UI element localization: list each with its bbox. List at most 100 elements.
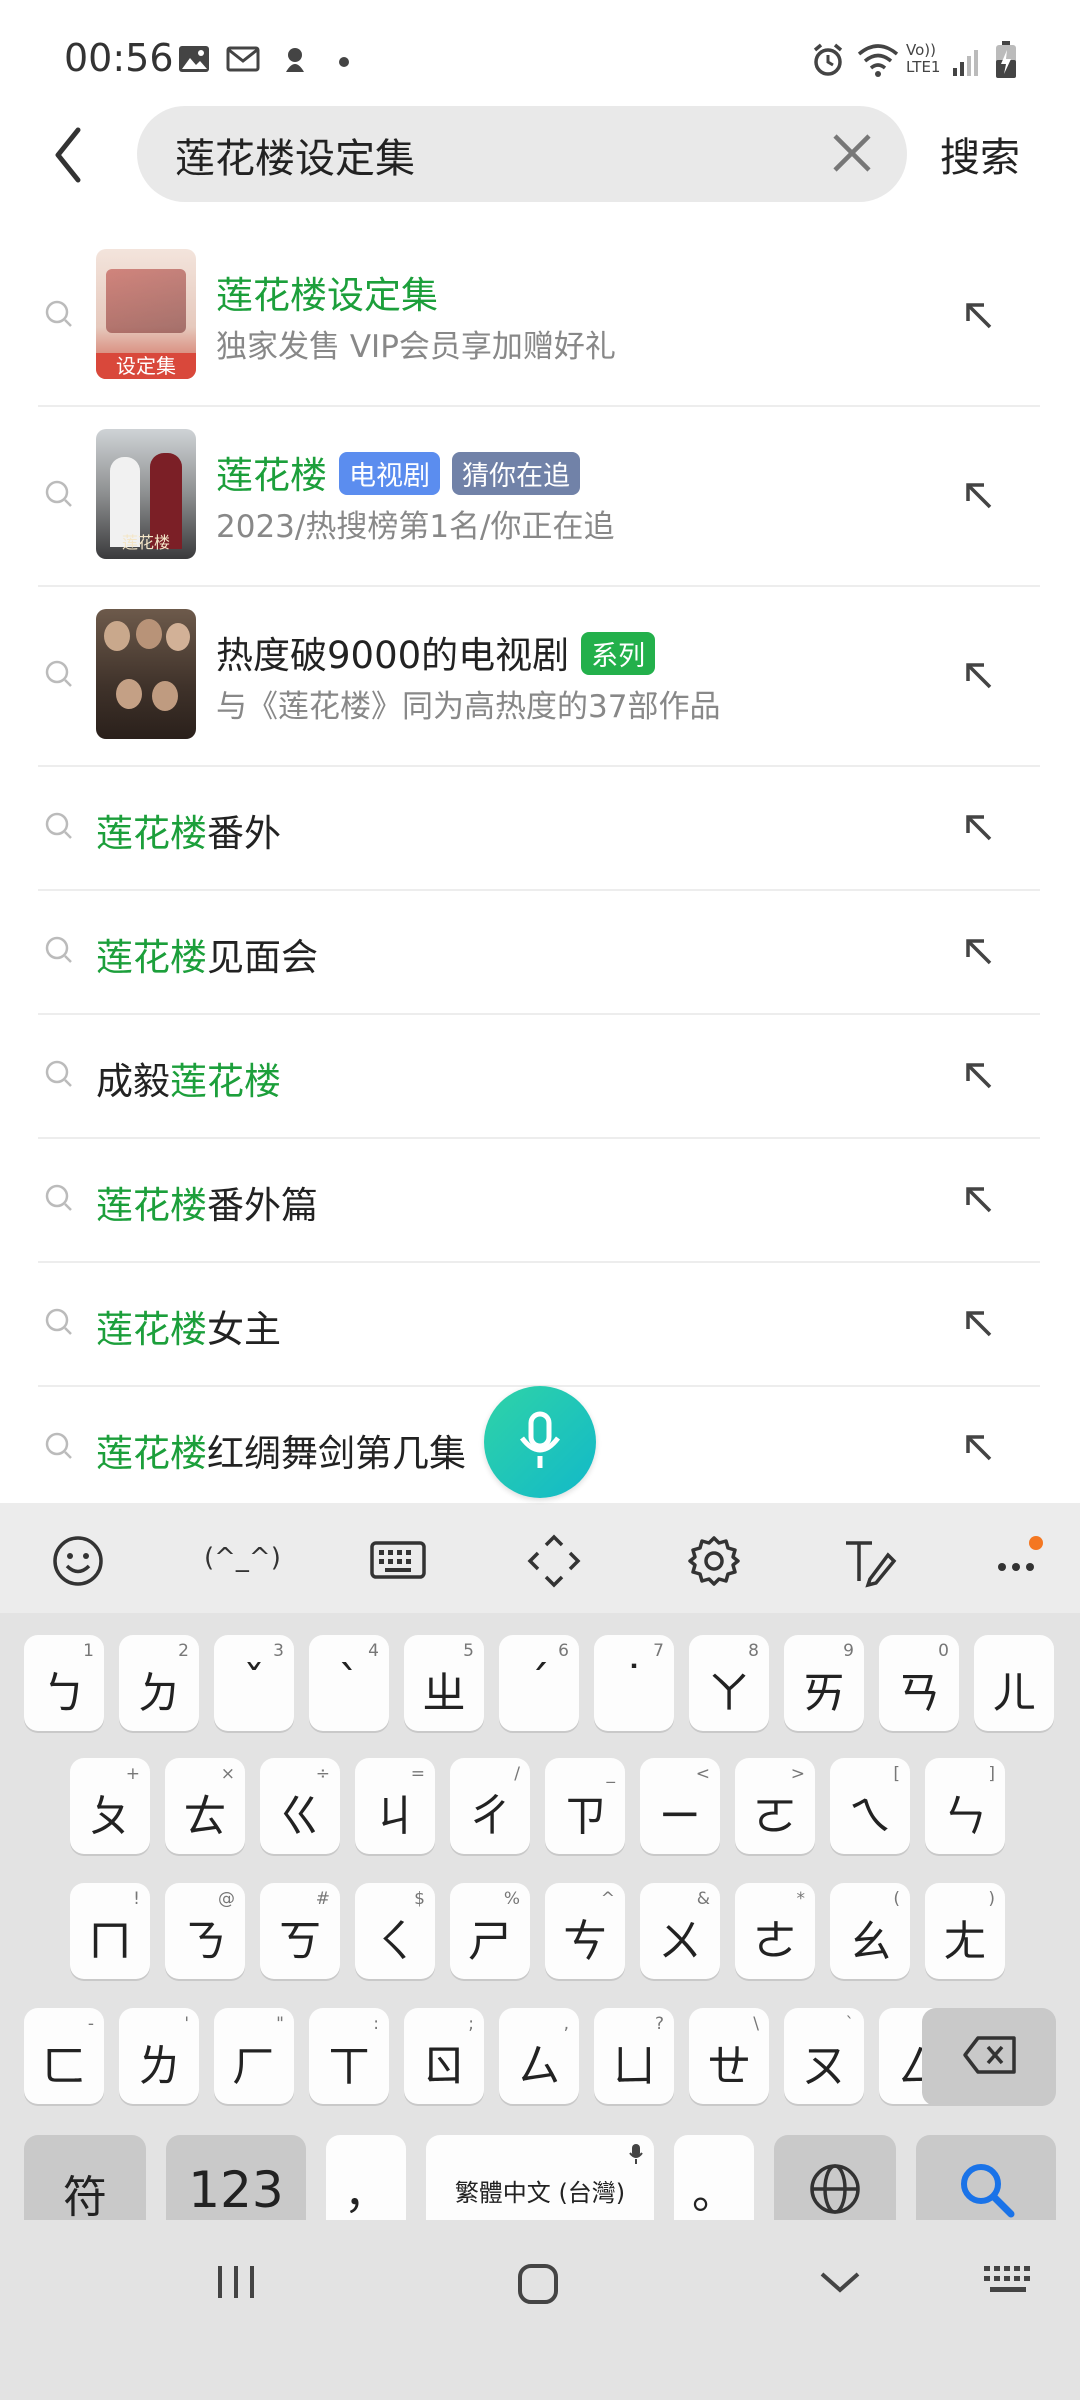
key[interactable]: ㄖ; bbox=[404, 2008, 484, 2104]
key[interactable]: ㄘ ^ bbox=[545, 1883, 625, 1979]
more-notifications-icon bbox=[339, 57, 349, 67]
key-label: ㄈ bbox=[42, 2041, 86, 2092]
key-hint: ^ bbox=[600, 1889, 615, 1909]
clear-icon[interactable] bbox=[827, 128, 877, 178]
key[interactable]: ㄑ $ bbox=[355, 1883, 435, 1979]
text-suffix: 见面会 bbox=[207, 936, 318, 979]
key[interactable]: ㄏ " bbox=[214, 2008, 294, 2104]
search-icon bbox=[45, 300, 72, 327]
key[interactable]: ㄆ + bbox=[70, 1758, 150, 1854]
fill-query-arrow-icon[interactable] bbox=[960, 297, 996, 333]
suggestion-row[interactable]: 设定集 莲花楼设定集 独家发售 VIP会员享加赠好礼 bbox=[38, 225, 1040, 407]
key[interactable]: ㄕ% bbox=[450, 1883, 530, 1979]
recent-apps-icon[interactable] bbox=[212, 2260, 260, 2304]
suggestion-row[interactable]: 莲花楼见面会 bbox=[38, 889, 1040, 1015]
voice-input-button[interactable] bbox=[484, 1386, 596, 1498]
key-hint: ? bbox=[654, 2014, 664, 2034]
key[interactable]: ˙ 7 bbox=[594, 1635, 674, 1731]
key[interactable]: ㄒ: bbox=[309, 2008, 389, 2104]
suggestion-row[interactable]: 莲花楼番外篇 bbox=[38, 1137, 1040, 1263]
emoji-icon[interactable] bbox=[50, 1533, 106, 1589]
key[interactable]: ㄉ2 bbox=[119, 1635, 199, 1731]
text-suffix: 女主 bbox=[207, 1308, 281, 1351]
fill-query-arrow-icon[interactable] bbox=[960, 809, 996, 845]
fill-query-arrow-icon[interactable] bbox=[960, 1057, 996, 1093]
mic-hint-icon bbox=[629, 2144, 643, 2164]
backspace-key[interactable] bbox=[922, 2008, 1056, 2104]
key[interactable]: ㄜ * bbox=[735, 1883, 815, 1979]
handwriting-icon[interactable] bbox=[842, 1533, 898, 1589]
key[interactable]: ㄠ( bbox=[830, 1883, 910, 1979]
key-label: ㄜ bbox=[753, 1916, 797, 1967]
search-submit-button[interactable]: 搜索 bbox=[940, 125, 1020, 183]
key[interactable]: ㄣ] bbox=[925, 1758, 1005, 1854]
fill-query-arrow-icon[interactable] bbox=[960, 1429, 996, 1465]
suggestion-row[interactable]: 莲花楼 莲花楼 电视剧 猜你在追 2023/热搜榜第1名/你正在追 bbox=[38, 405, 1040, 587]
suggestion-row[interactable]: 成毅莲花楼 bbox=[38, 1013, 1040, 1139]
suggestion-row[interactable]: 莲花楼番外 bbox=[38, 765, 1040, 891]
move-icon[interactable] bbox=[526, 1533, 582, 1589]
key[interactable]: ㄎ # bbox=[260, 1883, 340, 1979]
key[interactable]: ㄇ! bbox=[70, 1883, 150, 1979]
key[interactable]: ㄨ & bbox=[640, 1883, 720, 1979]
key-label: ㄐ bbox=[373, 1791, 417, 1842]
key[interactable]: ㄦ bbox=[974, 1635, 1054, 1731]
key[interactable]: ㄌ ' bbox=[119, 2008, 199, 2104]
search-input[interactable]: 莲花楼设定集 bbox=[137, 106, 907, 202]
key[interactable]: ㄛ > bbox=[735, 1758, 815, 1854]
key[interactable]: ㄧ < bbox=[640, 1758, 720, 1854]
wifi-icon bbox=[857, 44, 899, 77]
kaomoji-button[interactable]: (^_^) bbox=[204, 1543, 281, 1573]
key[interactable]: ㄚ8 bbox=[689, 1635, 769, 1731]
key[interactable]: ㄢ0 bbox=[879, 1635, 959, 1731]
key[interactable]: ˊ6 bbox=[499, 1635, 579, 1731]
suggestion-row[interactable]: 莲花楼女主 bbox=[38, 1261, 1040, 1387]
key-label: ㄅ bbox=[42, 1668, 86, 1719]
network-type-label: Vo)) LTE1 bbox=[906, 41, 941, 76]
suggestion-row[interactable]: 热度破9000的电视剧 系列 与《莲花楼》同为高热度的37部作品 bbox=[38, 585, 1040, 767]
fill-query-arrow-icon[interactable] bbox=[960, 933, 996, 969]
key[interactable]: ㄓ5 bbox=[404, 1635, 484, 1731]
key-label: ㄔ bbox=[468, 1791, 512, 1842]
key[interactable]: ˇ3 bbox=[214, 1635, 294, 1731]
key[interactable]: ㄞ9 bbox=[784, 1635, 864, 1731]
hide-keyboard-icon[interactable] bbox=[816, 2264, 864, 2300]
key-hint: 6 bbox=[558, 1641, 569, 1661]
keyboard-icon[interactable] bbox=[368, 1533, 428, 1589]
key[interactable]: ㄡ ` bbox=[784, 2008, 864, 2104]
key-label: ˇ bbox=[243, 1657, 265, 1708]
key[interactable]: ㄈ- bbox=[24, 2008, 104, 2104]
more-icon[interactable] bbox=[990, 1533, 1046, 1589]
key[interactable]: ㄙ, bbox=[499, 2008, 579, 2104]
key[interactable]: ㄤ) bbox=[925, 1883, 1005, 1979]
back-button[interactable] bbox=[50, 120, 110, 190]
search-icon bbox=[45, 480, 72, 507]
home-icon[interactable] bbox=[514, 2260, 562, 2308]
key-label: ˊ bbox=[528, 1657, 550, 1708]
key[interactable]: ㄗ _ bbox=[545, 1758, 625, 1854]
keyboard-switch-icon[interactable] bbox=[980, 2262, 1036, 2298]
suggestion-title: 莲花楼 bbox=[216, 454, 327, 497]
key[interactable]: ㄍ ÷ bbox=[260, 1758, 340, 1854]
globe-icon bbox=[810, 2164, 860, 2214]
key-hint: [ bbox=[893, 1764, 900, 1784]
key-hint: 9 bbox=[843, 1641, 854, 1661]
fill-query-arrow-icon[interactable] bbox=[960, 477, 996, 513]
key-hint: & bbox=[696, 1889, 710, 1909]
key[interactable]: ㄋ @ bbox=[165, 1883, 245, 1979]
key[interactable]: ㄊ × bbox=[165, 1758, 245, 1854]
key[interactable]: ㄟ[ bbox=[830, 1758, 910, 1854]
key[interactable]: ㄝ \ bbox=[689, 2008, 769, 2104]
fill-query-arrow-icon[interactable] bbox=[960, 1181, 996, 1217]
fill-query-arrow-icon[interactable] bbox=[960, 1305, 996, 1341]
key-label: ㄗ bbox=[563, 1791, 607, 1842]
key-label: ㄣ bbox=[943, 1791, 987, 1842]
fill-query-arrow-icon[interactable] bbox=[960, 657, 996, 693]
key[interactable]: ㄩ? bbox=[594, 2008, 674, 2104]
key[interactable]: ㄔ / bbox=[450, 1758, 530, 1854]
key[interactable]: ˋ4 bbox=[309, 1635, 389, 1731]
key[interactable]: ㄅ1 bbox=[24, 1635, 104, 1731]
gear-icon[interactable] bbox=[686, 1533, 742, 1589]
key[interactable]: ㄐ = bbox=[355, 1758, 435, 1854]
key-label: ㄧ bbox=[658, 1791, 702, 1842]
